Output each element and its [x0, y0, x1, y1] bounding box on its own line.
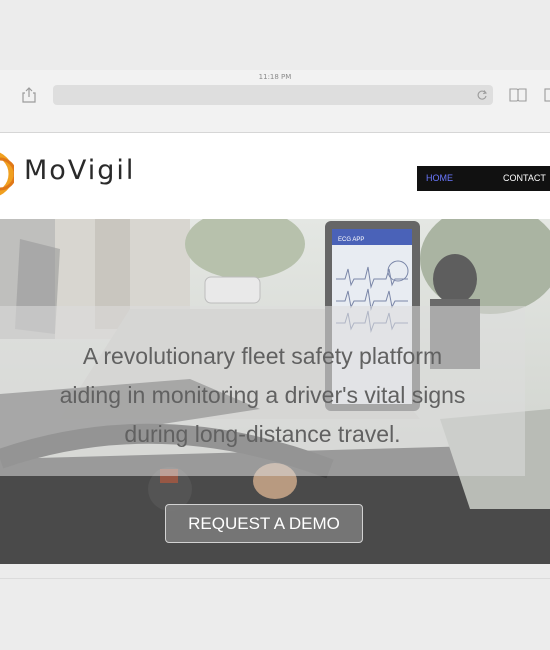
tabs-icon[interactable] [544, 88, 550, 102]
status-clock: 11:18 PM [258, 73, 292, 81]
reload-icon[interactable] [476, 89, 488, 101]
logo-text[interactable]: MoVigil [24, 155, 135, 186]
hero-headline: A revolutionary fleet safety platform ai… [0, 337, 525, 454]
hero-headline-line: aiding in monitoring a driver's vital si… [59, 382, 466, 408]
device-frame-bottom [0, 564, 550, 650]
request-demo-button[interactable]: REQUEST A DEMO [165, 504, 363, 543]
phone-app-title: ECG APP [338, 237, 364, 243]
hero-headline-line: A revolutionary fleet safety platform [82, 343, 443, 369]
nav-home-link[interactable]: HOME [426, 173, 453, 183]
main-nav: HOME CONTACT [417, 166, 550, 191]
share-icon[interactable] [20, 86, 38, 104]
hero-section: ECG APP A revolutionary fleet safety pla… [0, 219, 550, 564]
bookmarks-icon[interactable] [509, 88, 527, 102]
divider [0, 578, 550, 579]
logo-icon [0, 152, 14, 196]
nav-contact-link[interactable]: CONTACT [503, 173, 546, 183]
address-bar[interactable] [53, 85, 493, 105]
device-frame-top [0, 0, 550, 70]
hero-headline-line: during long-distance travel. [124, 421, 401, 447]
